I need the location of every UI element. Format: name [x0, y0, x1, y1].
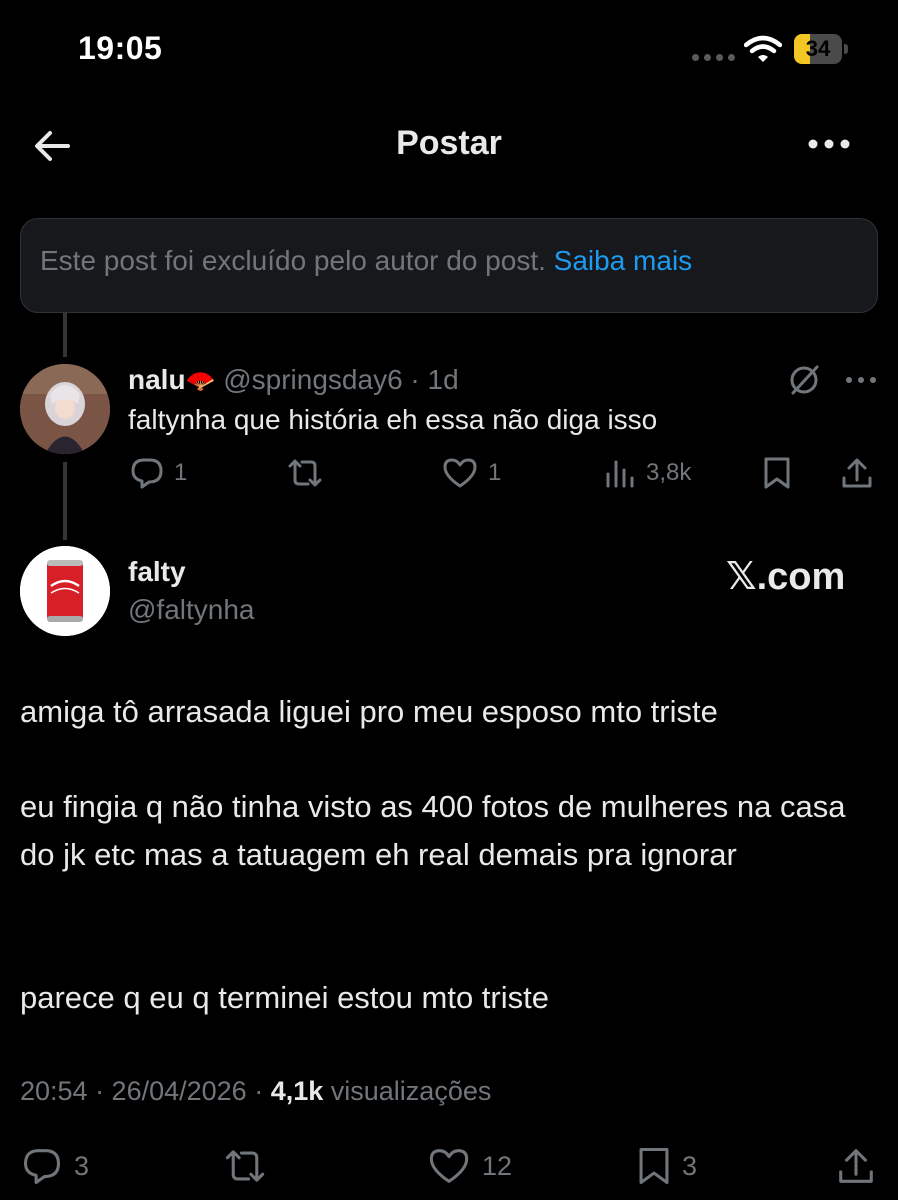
views-button[interactable]: 3,8k — [604, 456, 691, 490]
avatar[interactable] — [20, 546, 110, 636]
more-options-icon[interactable] — [844, 372, 878, 388]
reply-author-name[interactable]: nalu — [128, 364, 186, 395]
learn-more-link[interactable]: Saiba mais — [554, 245, 693, 276]
cellular-signal-icon — [692, 54, 735, 61]
post-text-paragraph: amiga tô arrasada liguei pro meu esposo … — [20, 694, 718, 729]
bookmark-icon — [639, 1148, 669, 1184]
post-text-paragraph: parece q eu q terminei estou mto triste — [20, 980, 549, 1015]
post-views-label: visualizações — [330, 1076, 492, 1106]
battery-icon: 34 — [794, 34, 848, 64]
heart-icon — [443, 458, 477, 488]
like-count: 12 — [482, 1150, 513, 1181]
status-bar: 19:05 34 — [0, 0, 898, 100]
reply-header: nalu🪭 @springsday6 · 1d — [128, 364, 459, 396]
repost-button[interactable] — [220, 1146, 270, 1186]
share-button[interactable] — [836, 1146, 876, 1186]
bookmark-button[interactable] — [762, 456, 792, 490]
battery-percent: 34 — [805, 36, 831, 61]
reply-count: 3 — [74, 1150, 90, 1181]
repost-icon — [288, 459, 322, 487]
analytics-icon — [606, 460, 634, 488]
heart-icon — [429, 1149, 469, 1183]
post-text-paragraph: eu fingia q não tinha visto as 400 fotos… — [20, 789, 846, 872]
share-icon — [842, 458, 872, 488]
like-button[interactable]: 12 — [426, 1146, 512, 1186]
page-title: Postar — [396, 124, 502, 162]
repost-button[interactable] — [286, 456, 324, 490]
deleted-post-text: Este post foi excluído pelo autor do pos… — [40, 245, 546, 276]
post-views-count: 4,1k — [270, 1076, 324, 1106]
comment-icon — [24, 1149, 60, 1184]
reply-button[interactable]: 1 — [130, 456, 187, 490]
post-author-handle[interactable]: @faltynha — [128, 594, 255, 626]
reply-button[interactable]: 3 — [20, 1146, 89, 1186]
reply-time: 1d — [427, 364, 459, 395]
post-author-name[interactable]: falty — [128, 556, 186, 588]
separator-dot: · — [410, 364, 420, 395]
x-logo-watermark: 𝕏.com — [726, 556, 846, 598]
like-count: 1 — [488, 459, 502, 486]
repost-icon — [225, 1150, 265, 1182]
bookmark-icon — [764, 457, 790, 489]
reply-count: 1 — [174, 459, 188, 486]
share-icon — [839, 1149, 873, 1183]
thread-line — [63, 313, 67, 357]
thread-line — [63, 462, 67, 540]
status-time: 19:05 — [78, 30, 163, 66]
nav-bar: Postar — [0, 110, 898, 180]
bookmark-count: 3 — [682, 1150, 698, 1181]
wifi-icon — [744, 35, 782, 62]
more-options-icon[interactable] — [804, 132, 854, 156]
like-button[interactable]: 1 — [442, 456, 501, 490]
comment-icon — [131, 458, 163, 489]
post-meta: 20:54 · 26/04/2026 · 4,1k visualizações — [20, 1076, 491, 1107]
post-timestamp: 20:54 · 26/04/2026 · — [20, 1076, 264, 1106]
reply-author-handle[interactable]: @springsday6 — [223, 364, 402, 395]
reply-text: faltynha que história eh essa não diga i… — [128, 404, 658, 435]
views-count: 3,8k — [646, 459, 692, 486]
grok-icon[interactable] — [786, 362, 822, 398]
deleted-post-notice: Este post foi excluído pelo autor do pos… — [20, 218, 878, 313]
fan-emoji: 🪭 — [185, 368, 216, 395]
avatar[interactable] — [20, 364, 110, 454]
share-button[interactable] — [840, 456, 874, 490]
bookmark-button[interactable]: 3 — [636, 1146, 697, 1186]
